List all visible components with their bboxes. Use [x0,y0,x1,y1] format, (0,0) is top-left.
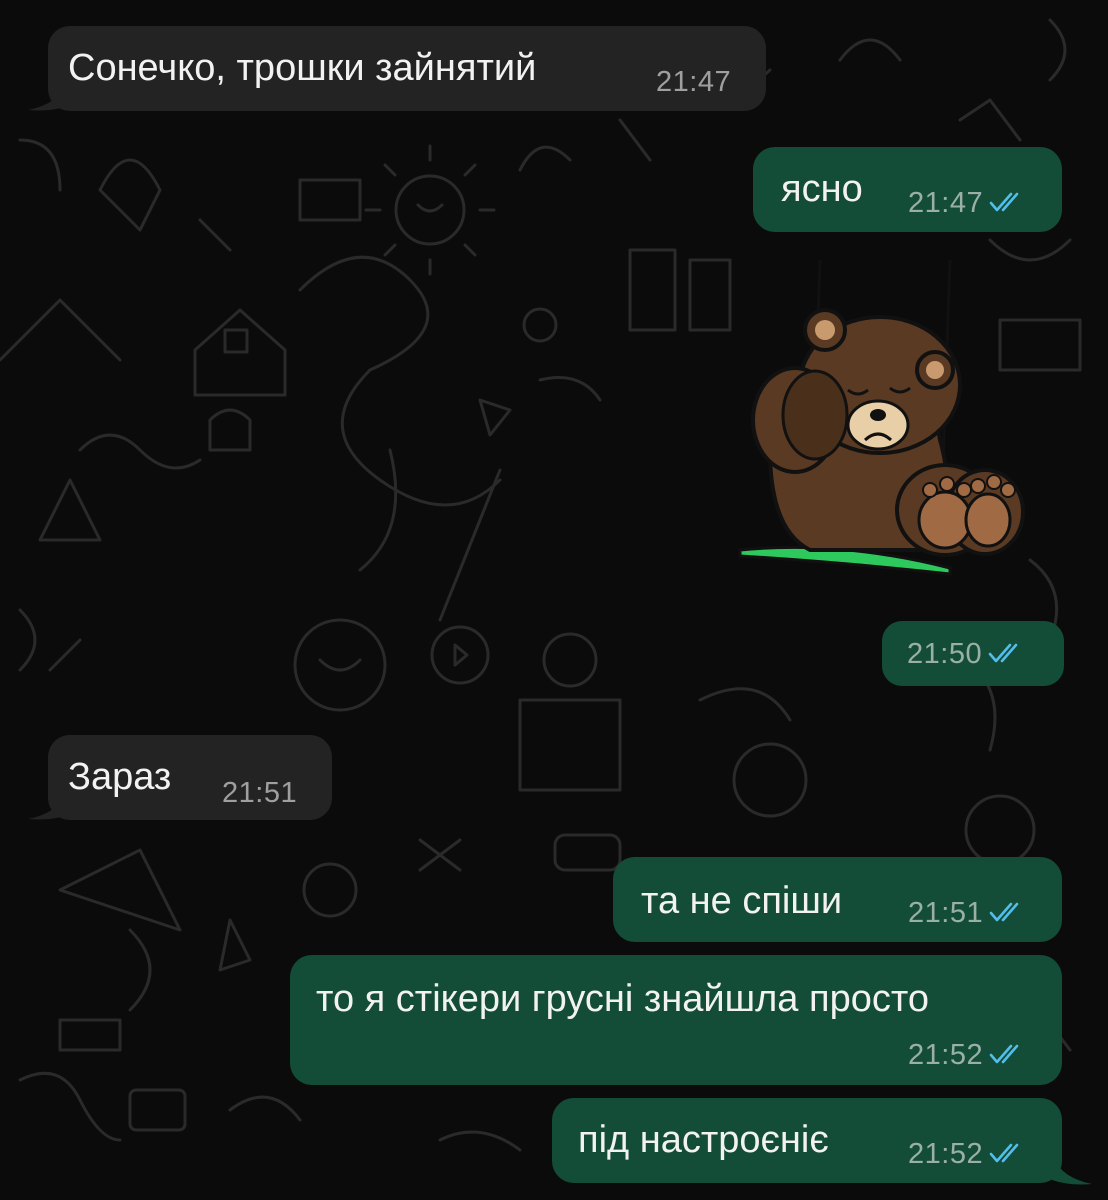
message-text: під настроєніє [578,1119,829,1161]
message-bubble-outgoing[interactable]: ясно 21:47 [753,147,1062,232]
message-meta: 21:50 [907,638,1024,670]
message-text: Сонечко, трошки зайнятий [68,47,537,89]
double-check-read-icon [989,903,1019,922]
message-text: то я стікери грусні знайшла просто [316,978,929,1020]
double-check-read-icon [988,644,1018,663]
message-time: 21:50 [907,638,983,670]
message-time: 21:51 [908,897,984,929]
message-time: 21:52 [908,1039,984,1071]
message-meta: 21:52 [908,1039,1025,1071]
message-bubble-outgoing[interactable]: під настроєніє 21:52 [552,1098,1062,1183]
message-bubble-incoming[interactable]: Зараз 21:51 [48,735,332,820]
message-time: 21:47 [908,187,984,219]
sad-bear-sticker[interactable] [730,250,1030,580]
message-time: 21:52 [908,1138,984,1170]
double-check-read-icon [989,1045,1019,1064]
bubble-tail [1052,1158,1092,1185]
sticker-time-badge: 21:50 [882,621,1064,686]
message-bubble-outgoing[interactable]: то я стікери грусні знайшла просто 21:52 [290,955,1062,1085]
message-meta: 21:52 [908,1138,1025,1170]
message-time: 21:51 [222,777,298,809]
message-meta: 21:51 [908,897,1025,929]
double-check-read-icon [989,193,1019,212]
message-list[interactable]: Сонечко, трошки зайнятий 21:47 ясно 21:4… [0,0,1108,1200]
message-time: 21:47 [656,66,732,98]
bubble-tail [28,84,68,111]
message-meta: 21:47 [908,187,1025,219]
message-text: ясно [781,168,863,210]
message-bubble-outgoing[interactable]: та не спіши 21:51 [613,857,1062,942]
message-text: та не спіши [641,880,843,922]
bubble-tail [28,793,68,820]
message-text: Зараз [68,756,172,798]
message-bubble-incoming[interactable]: Сонечко, трошки зайнятий 21:47 [48,26,766,111]
double-check-read-icon [989,1144,1019,1163]
